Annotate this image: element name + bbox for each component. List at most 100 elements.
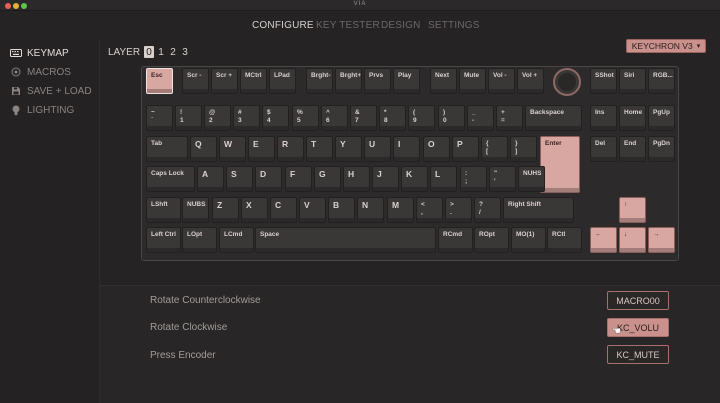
key-home[interactable]: Home [619,105,647,131]
tab-configure[interactable]: CONFIGURE [252,20,314,31]
key-pgup[interactable]: PgUp [648,105,676,131]
key-9[interactable]: ( 9 [408,105,436,131]
keyboard-select[interactable]: KEYCHRON V3 ▾ [626,39,706,53]
key-f[interactable]: F [285,166,313,192]
layer-0-button[interactable]: 0 [144,46,155,58]
key-sym-3-11[interactable]: " ' [489,166,517,192]
key-sym-4-11[interactable]: ? / [474,197,502,223]
key-b[interactable]: B [328,197,356,223]
key-brght[interactable]: Brght- [306,68,334,94]
key-left-ctrl[interactable]: Left Ctrl [146,227,181,253]
key-q[interactable]: Q [190,136,218,162]
tab-settings[interactable]: SETTINGS [428,20,480,31]
key-right-shift[interactable]: Right Shift [503,197,575,223]
key-enter[interactable]: Enter [540,136,580,193]
key-4[interactable]: $ 4 [262,105,290,131]
sidebar-item-lighting[interactable]: LIGHTING [10,102,74,118]
key-prvs[interactable]: Prvs [364,68,392,94]
key-vol[interactable]: Vol - [488,68,516,94]
key-u[interactable]: U [364,136,392,162]
key-1[interactable]: ! 1 [175,105,203,131]
key-0[interactable]: ) 0 [438,105,466,131]
tab-design[interactable]: DESIGN [381,20,421,31]
key-y[interactable]: Y [335,136,363,162]
key-pgdn[interactable]: PgDn [648,136,676,162]
sidebar-item-keymap[interactable]: KEYMAP [10,45,69,61]
key-w[interactable]: W [219,136,247,162]
key-mo-1[interactable]: MO(1) [511,227,546,253]
key-t[interactable]: T [306,136,334,162]
key-del[interactable]: Del [590,136,618,162]
key-scr[interactable]: Scr + [211,68,239,94]
key-e[interactable]: E [248,136,276,162]
sidebar-item-macros[interactable]: MACROS [10,64,71,80]
key-ropt[interactable]: ROpt [474,227,509,253]
key-esc[interactable]: Esc [146,68,174,94]
key-sym-2-12[interactable]: } ] [510,136,538,162]
key-z[interactable]: Z [212,197,240,223]
layer-1-button[interactable]: 1 [156,46,166,58]
key-ins[interactable]: Ins [590,105,618,131]
key-j[interactable]: J [372,166,400,192]
key-c[interactable]: C [270,197,298,223]
key-brght[interactable]: Brght+ [335,68,363,94]
key-7[interactable]: & 7 [350,105,378,131]
key-a[interactable]: A [197,166,225,192]
key-r[interactable]: R [277,136,305,162]
key-nuhs[interactable]: NUHS [518,166,546,192]
layer-3-button[interactable]: 3 [180,46,190,58]
key-sym-2-11[interactable]: { [ [481,136,509,162]
key-k[interactable]: K [401,166,429,192]
key-siri[interactable]: Siri [619,68,647,94]
key-sym-1-11[interactable]: _ - [467,105,495,131]
key-h[interactable]: H [343,166,371,192]
key-caps-lock[interactable]: Caps Lock [146,166,196,192]
key-sym-3-10[interactable]: : ; [460,166,488,192]
encoder-press-keycode-button[interactable]: KC_MUTE [607,345,669,364]
key-end[interactable]: End [619,136,647,162]
key-g[interactable]: G [314,166,342,192]
key-space[interactable]: Space [255,227,437,253]
layer-2-button[interactable]: 2 [168,46,178,58]
key-v[interactable]: V [299,197,327,223]
key-lshft[interactable]: LShft [146,197,181,223]
tab-key-tester[interactable]: KEY TESTER [316,20,380,31]
key-s[interactable]: S [226,166,254,192]
rotary-encoder-knob[interactable] [553,68,581,96]
key-sym-5-10[interactable]: → [648,227,676,253]
key-rctl[interactable]: RCtl [547,227,582,253]
key-sym-4-13[interactable]: ↑ [619,197,647,223]
key-tab[interactable]: Tab [146,136,188,162]
key-x[interactable]: X [241,197,269,223]
encoder-ccw-keycode-button[interactable]: MACRO00 [607,291,669,310]
key-sym-5-9[interactable]: ↓ [619,227,647,253]
key-i[interactable]: I [393,136,421,162]
key-sym-5-8[interactable]: ← [590,227,618,253]
key-sym-1-0[interactable]: ~ ` [146,105,174,131]
key-8[interactable]: * 8 [379,105,407,131]
key-nubs[interactable]: NUBS [182,197,210,223]
key-rcmd[interactable]: RCmd [438,227,473,253]
sidebar-item-save-load[interactable]: SAVE + LOAD [10,83,92,99]
key-m[interactable]: M [387,197,415,223]
key-rgb[interactable]: RGB... [648,68,676,94]
key-l[interactable]: L [430,166,458,192]
key-6[interactable]: ^ 6 [321,105,349,131]
key-3[interactable]: # 3 [233,105,261,131]
key-sym-4-10[interactable]: > . [445,197,473,223]
key-backspace[interactable]: Backspace [525,105,582,131]
key-p[interactable]: P [452,136,480,162]
key-sshot[interactable]: SShot [590,68,618,94]
key-mctrl[interactable]: MCtrl [240,68,268,94]
key-2[interactable]: @ 2 [204,105,232,131]
key-mute[interactable]: Mute [459,68,487,94]
key-lcmd[interactable]: LCmd [219,227,254,253]
key-sym-1-12[interactable]: + = [496,105,524,131]
key-lpad[interactable]: LPad [269,68,297,94]
key-scr[interactable]: Scr - [182,68,210,94]
key-d[interactable]: D [255,166,283,192]
key-play[interactable]: Play [393,68,421,94]
key-sym-4-9[interactable]: < , [416,197,444,223]
key-5[interactable]: % 5 [292,105,320,131]
key-lopt[interactable]: LOpt [182,227,217,253]
